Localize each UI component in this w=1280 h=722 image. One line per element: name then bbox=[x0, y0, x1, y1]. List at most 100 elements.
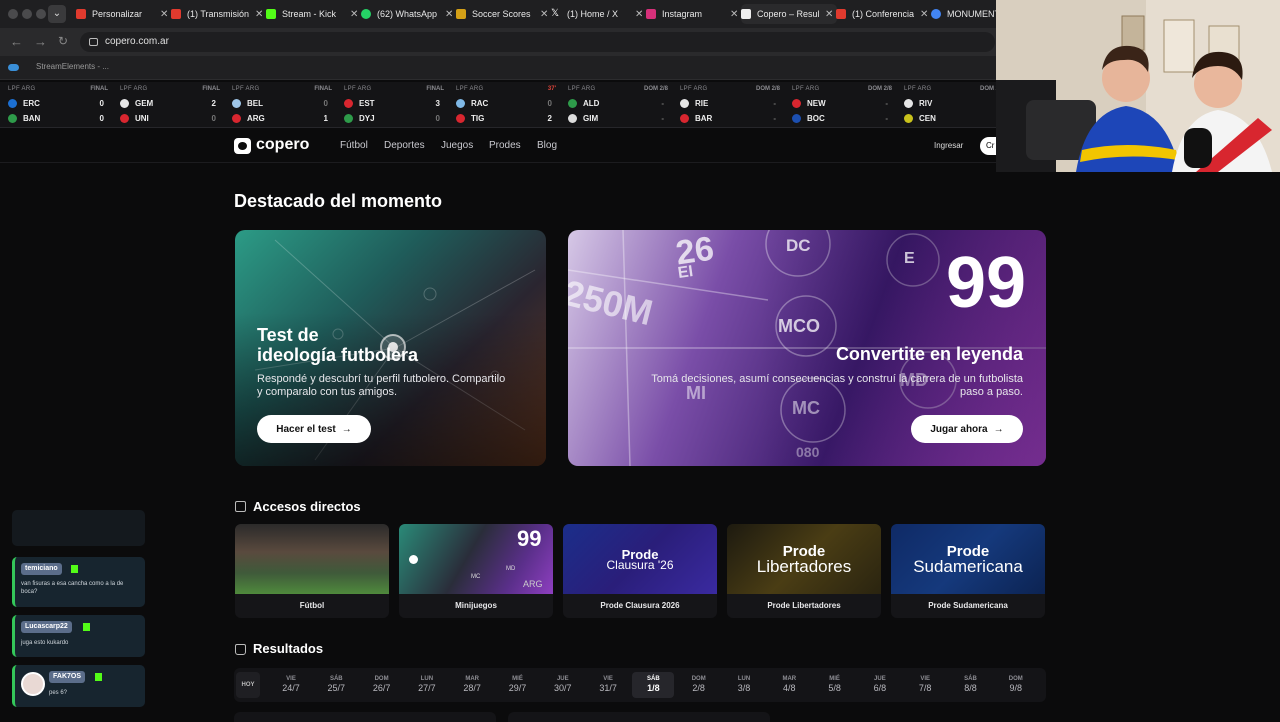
ball-icon bbox=[409, 555, 418, 564]
date-day: 3/8 bbox=[737, 683, 751, 693]
date-weekday: LUN bbox=[737, 676, 751, 682]
close-tab-icon[interactable]: ✕ bbox=[255, 9, 263, 20]
shortcut-minijuegos[interactable]: 99 MC MD ARG Minijuegos bbox=[399, 524, 553, 618]
shortcut-prode-sudamericana[interactable]: Prode Sudamericana Prode Sudamericana bbox=[891, 524, 1045, 618]
chat-faded-message bbox=[12, 510, 145, 546]
close-tab-icon[interactable]: ✕ bbox=[730, 9, 738, 20]
nav-juegos[interactable]: Juegos bbox=[441, 140, 473, 151]
date-tab[interactable]: SÁB 25/7 bbox=[315, 672, 357, 698]
team-crest-icon bbox=[680, 99, 689, 108]
date-tab[interactable]: JUE 30/7 bbox=[542, 672, 584, 698]
close-tab-icon[interactable]: ✕ bbox=[160, 9, 168, 20]
ticker-match[interactable]: LPF ARG FINAL GEM 2 UNI 0 bbox=[112, 82, 224, 128]
ticker-match[interactable]: LPF ARG FINAL ERC 0 BAN 0 bbox=[0, 82, 112, 128]
date-tab[interactable]: LUN 3/8 bbox=[723, 672, 765, 698]
featured-card-ideologia[interactable]: Test de ideología futbolera Respondé y d… bbox=[235, 230, 546, 466]
cloud-icon[interactable] bbox=[8, 64, 19, 71]
today-button[interactable]: HOY bbox=[236, 672, 260, 698]
team-code: ERC bbox=[23, 99, 40, 108]
date-weekday: LUN bbox=[420, 676, 434, 682]
url-bar[interactable]: copero.com.ar bbox=[80, 32, 995, 52]
card-description: Tomá decisiones, asumí consecuencias y c… bbox=[623, 373, 1023, 399]
home-score: - bbox=[661, 99, 664, 108]
close-window-icon[interactable] bbox=[8, 9, 18, 19]
jugar-ahora-button[interactable]: Jugar ahora → bbox=[911, 415, 1023, 443]
login-link[interactable]: Ingresar bbox=[934, 141, 963, 150]
date-tab[interactable]: MIÉ 29/7 bbox=[497, 672, 539, 698]
ticker-match[interactable]: LPF ARG FINAL EST 3 DYJ 0 bbox=[336, 82, 448, 128]
date-tab[interactable]: VIE 31/7 bbox=[587, 672, 629, 698]
chat-text: juga esto kukardo bbox=[21, 640, 69, 646]
shortcut-futbol[interactable]: Fútbol bbox=[235, 524, 389, 618]
team-crest-icon bbox=[232, 99, 241, 108]
ticker-match[interactable]: LPF ARGDOM 2/8RIV-CEN- bbox=[896, 82, 1008, 128]
nav-deportes[interactable]: Deportes bbox=[384, 140, 425, 151]
card-art-label: MCO bbox=[778, 316, 820, 336]
browser-tab[interactable]: (1) Conferencia ✕ bbox=[836, 4, 928, 24]
featured-card-leyenda[interactable]: 26 EI 250M DC E 99 MCO MI MC MD 080 Conv… bbox=[568, 230, 1046, 466]
team-code: GIM bbox=[583, 114, 599, 123]
close-tab-icon[interactable]: ✕ bbox=[350, 9, 358, 20]
browser-tab[interactable]: Personalizar ✕ bbox=[76, 4, 168, 24]
date-tab[interactable]: DOM 2/8 bbox=[678, 672, 720, 698]
tab-title: (1) Home / X bbox=[567, 9, 619, 19]
tab-search-chevron-icon[interactable]: ⌄ bbox=[48, 5, 66, 23]
date-tab[interactable]: MIÉ 5/8 bbox=[814, 672, 856, 698]
shortcut-prode-clausura[interactable]: Prode Clausura '26 Prode Clausura 2026 bbox=[563, 524, 717, 618]
browser-tab[interactable]: Stream - Kick ✕ bbox=[266, 4, 358, 24]
minimize-window-icon[interactable] bbox=[22, 9, 32, 19]
date-tab[interactable]: DOM 26/7 bbox=[361, 672, 403, 698]
nav-blog[interactable]: Blog bbox=[537, 140, 557, 151]
close-tab-icon[interactable]: ✕ bbox=[635, 9, 643, 20]
shortcut-prode-libertadores[interactable]: Prode Libertadores Prode Libertadores bbox=[727, 524, 881, 618]
date-tab[interactable]: MAR 28/7 bbox=[451, 672, 493, 698]
nav-prodes[interactable]: Prodes bbox=[489, 140, 521, 151]
team-code: EST bbox=[359, 99, 375, 108]
card-art-label: EI bbox=[676, 263, 695, 282]
browser-tab[interactable]: 𝕏 (1) Home / X ✕ bbox=[551, 4, 643, 24]
close-tab-icon[interactable]: ✕ bbox=[445, 9, 453, 20]
button-label: Hacer el test bbox=[276, 423, 336, 435]
date-tab[interactable]: VIE 24/7 bbox=[270, 672, 312, 698]
back-arrow-icon[interactable]: ← bbox=[10, 34, 23, 49]
date-tab[interactable]: JUE 6/8 bbox=[859, 672, 901, 698]
date-day: 24/7 bbox=[282, 683, 300, 693]
browser-tab[interactable]: (62) WhatsApp ✕ bbox=[361, 4, 453, 24]
browser-tab[interactable]: (1) Transmisión ✕ bbox=[171, 4, 263, 24]
date-weekday: SÁB bbox=[964, 676, 977, 682]
ticker-match[interactable]: LPF ARG DOM 2/8 ALD - GIM - bbox=[560, 82, 672, 128]
stadium-image bbox=[235, 524, 389, 594]
match-status: DOM 2/8 bbox=[755, 86, 780, 92]
date-tab[interactable]: SÁB 1/8 bbox=[632, 672, 675, 698]
ticker-match[interactable]: LPF ARG DOM 2/8 RIE - BAR - bbox=[672, 82, 784, 128]
date-tab[interactable]: MAR 4/8 bbox=[768, 672, 810, 698]
prode-sudamericana-image: Prode Sudamericana bbox=[891, 524, 1045, 594]
date-tab[interactable]: SÁB 8/8 bbox=[950, 672, 992, 698]
site-settings-icon[interactable] bbox=[89, 38, 98, 46]
copero-logo-icon[interactable] bbox=[234, 138, 251, 154]
browser-tab[interactable]: Soccer Scores ✕ bbox=[456, 4, 548, 24]
date-tab[interactable]: LUN 27/7 bbox=[406, 672, 448, 698]
maximize-window-icon[interactable] bbox=[36, 9, 46, 19]
nav-futbol[interactable]: Fútbol bbox=[340, 140, 368, 151]
date-tab[interactable]: VIE 7/8 bbox=[904, 672, 946, 698]
bookmark-streamelements[interactable]: StreamElements - ... bbox=[36, 62, 109, 71]
close-tab-icon[interactable]: ✕ bbox=[920, 9, 928, 20]
results-card bbox=[234, 712, 496, 722]
hacer-test-button[interactable]: Hacer el test → bbox=[257, 415, 371, 443]
ticker-match[interactable]: LPF ARG 37' RAC 0 TIG 2 bbox=[448, 82, 560, 128]
ticker-match[interactable]: LPF ARG DOM 2/8 NEW - BOC - bbox=[784, 82, 896, 128]
team-crest-icon bbox=[568, 114, 577, 123]
close-tab-icon[interactable]: ✕ bbox=[825, 9, 833, 20]
whatsapp-icon bbox=[361, 9, 371, 19]
reload-icon[interactable]: ↻ bbox=[58, 34, 68, 48]
browser-tab[interactable]: Instagram ✕ bbox=[646, 4, 738, 24]
forward-arrow-icon[interactable]: → bbox=[34, 34, 47, 49]
ticker-match[interactable]: LPF ARG FINAL BEL 0 ARG 1 bbox=[224, 82, 336, 128]
date-weekday: MIÉ bbox=[512, 676, 523, 682]
away-score: - bbox=[885, 114, 888, 123]
date-tab[interactable]: DOM 9/8 bbox=[995, 672, 1037, 698]
browser-tab-active[interactable]: Copero – Resultados ✕ bbox=[741, 4, 838, 24]
copero-logo[interactable]: copero bbox=[256, 136, 309, 154]
close-tab-icon[interactable]: ✕ bbox=[540, 9, 548, 20]
